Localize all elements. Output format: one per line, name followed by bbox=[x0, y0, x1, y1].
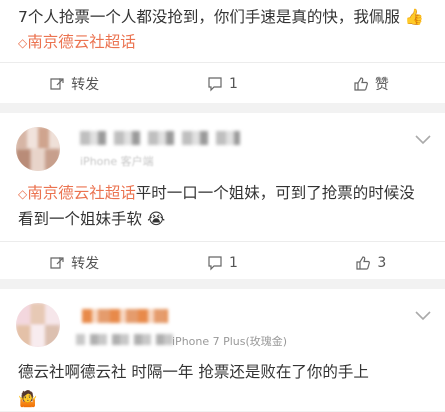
post-1-text: 7个人抢票一个人都没抢到，你们手速是真的快，我佩服 👍 ◇南京德云社超话 bbox=[18, 8, 425, 51]
topic-link[interactable]: 南京德云社超话 bbox=[27, 184, 136, 202]
repost-icon bbox=[50, 78, 64, 90]
repost-icon bbox=[50, 257, 64, 269]
avatar-pixels bbox=[16, 303, 60, 325]
avatar[interactable] bbox=[16, 303, 60, 347]
repost-label: 转发 bbox=[71, 256, 100, 272]
comment-button[interactable]: 1 bbox=[148, 255, 296, 271]
repost-button[interactable]: 转发 bbox=[0, 74, 148, 94]
like-button[interactable]: 赞 bbox=[297, 74, 445, 94]
post-2-action-bar: 转发 1 3 bbox=[0, 241, 445, 284]
username-obscured bbox=[82, 309, 168, 323]
post-3-text: 德云社啊德云社 时隔一年 抢票还是败在了你的手上 🤷 bbox=[18, 360, 427, 412]
post-card-1: 7个人抢票一个人都没抢到，你们手速是真的快，我佩服 👍 ◇南京德云社超话 转发 … bbox=[0, 0, 445, 103]
topic-link[interactable]: 南京德云社超话 bbox=[27, 33, 136, 51]
like-button[interactable]: 3 bbox=[297, 255, 445, 271]
chevron-down-icon[interactable] bbox=[415, 311, 431, 321]
like-label: 赞 bbox=[374, 77, 389, 93]
post-meta: iPhone 客户端 bbox=[80, 155, 154, 168]
comment-icon bbox=[208, 256, 222, 271]
thumbs-up-icon bbox=[356, 256, 371, 270]
comment-icon bbox=[208, 77, 222, 92]
avatar[interactable] bbox=[16, 127, 60, 171]
topic-diamond-icon: ◇ bbox=[18, 36, 28, 50]
post-meta: iPhone 7 Plus(玫瑰金) bbox=[172, 335, 288, 348]
post-card-2: iPhone 客户端 ◇南京德云社超话平时一口一个姐妹，可到了抢票的时候没看到一… bbox=[0, 113, 445, 279]
thumbs-up-icon bbox=[354, 77, 368, 91]
like-count: 3 bbox=[377, 255, 387, 271]
comment-button[interactable]: 1 bbox=[148, 76, 296, 92]
topic-diamond-icon: ◇ bbox=[18, 187, 28, 201]
repost-label: 转发 bbox=[71, 77, 100, 93]
crying-emoji: 😭 bbox=[146, 210, 166, 228]
post-card-3: iPhone 7 Plus(玫瑰金) 德云社啊德云社 时隔一年 抢票还是败在了你… bbox=[0, 289, 445, 411]
comment-count: 1 bbox=[229, 76, 238, 92]
post-1-action-bar: 转发 1 赞 bbox=[0, 62, 445, 105]
repost-button[interactable]: 转发 bbox=[0, 253, 148, 273]
thumbs-up-emoji: 👍 bbox=[404, 8, 425, 26]
chevron-down-icon[interactable] bbox=[415, 135, 431, 145]
post-2-text: ◇南京德云社超话平时一口一个姐妹，可到了抢票的时候没看到一个姐妹手软 😭 bbox=[18, 184, 415, 228]
shrug-emoji: 🤷 bbox=[18, 390, 38, 408]
username-obscured bbox=[80, 131, 240, 145]
comment-count: 1 bbox=[229, 255, 238, 271]
